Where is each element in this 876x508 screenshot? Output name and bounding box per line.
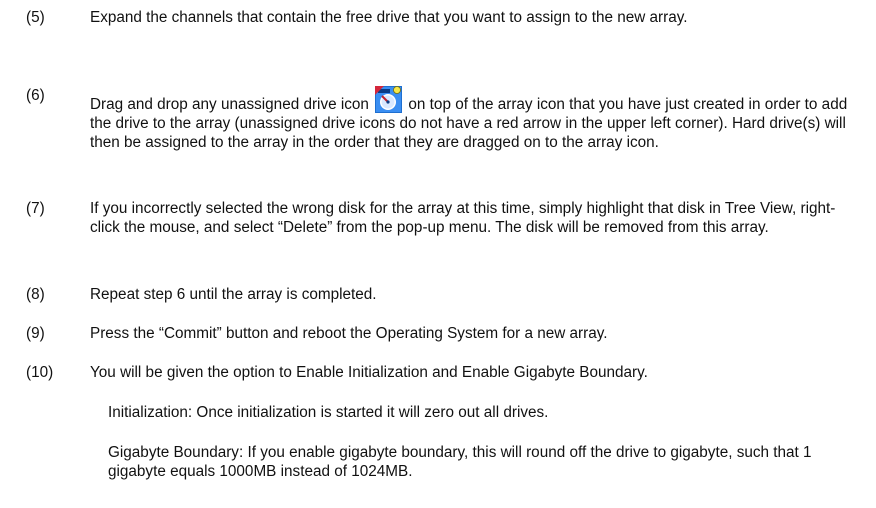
step-text: Drag and drop any unassigned drive icon … [90,86,860,152]
step-text: Press the “Commit” button and reboot the… [90,325,608,342]
step-text: Expand the channels that contain the fre… [90,9,688,26]
unassigned-drive-icon [375,86,403,113]
step-number: (8) [26,286,45,303]
step-number: (6) [26,87,45,104]
step-number: (10) [26,364,54,381]
step-number: (7) [26,200,45,217]
step-number: (5) [26,9,45,26]
step-text-before-icon: Drag and drop any unassigned drive icon [90,96,369,113]
step-text: If you incorrectly selected the wrong di… [90,200,836,236]
note-initialization: Initialization: Once initialization is s… [108,404,549,421]
note-gigabyte-boundary: Gigabyte Boundary: If you enable gigabyt… [108,444,812,480]
step-number: (9) [26,325,45,342]
step-text: You will be given the option to Enable I… [90,364,648,381]
step-text: Repeat step 6 until the array is complet… [90,286,377,303]
